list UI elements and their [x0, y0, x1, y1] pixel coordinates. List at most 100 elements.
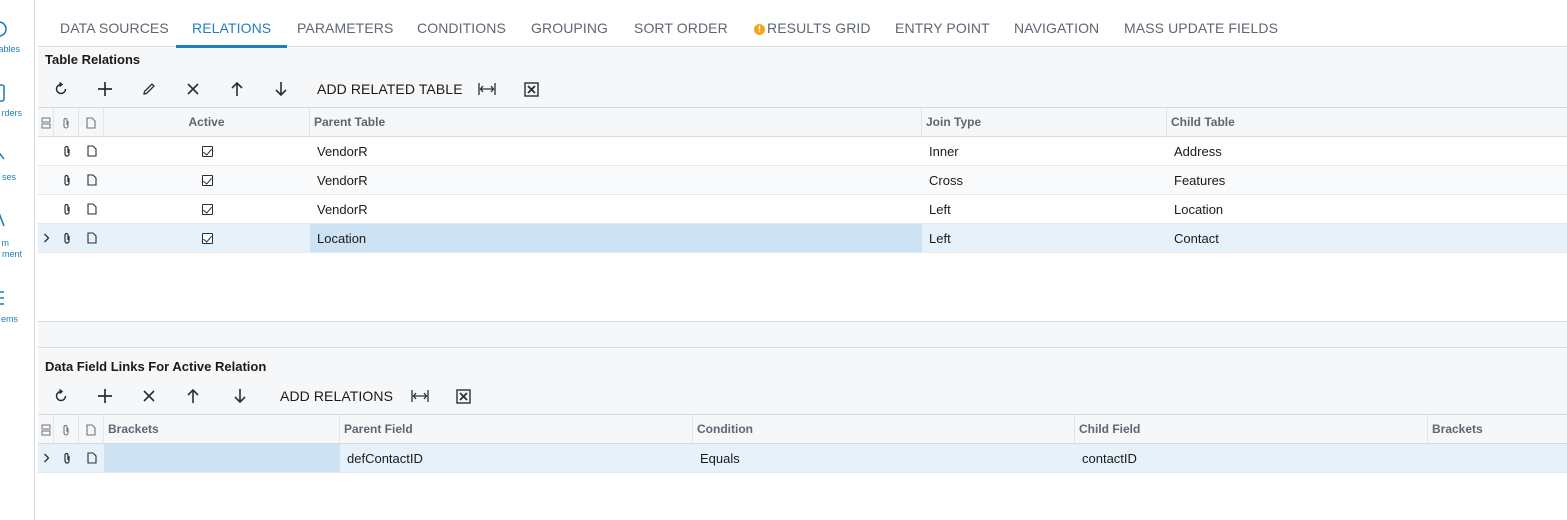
note-icon[interactable]	[79, 137, 104, 165]
plus-icon	[98, 82, 112, 96]
col-child-field[interactable]: Child Field	[1075, 415, 1428, 444]
parent-field-cell[interactable]: defContactID	[340, 444, 693, 472]
child-table-cell[interactable]: Location	[1167, 195, 1567, 223]
tab-navigation[interactable]: NAVIGATION	[1014, 0, 1099, 47]
join-type-cell[interactable]: Left	[922, 224, 1167, 252]
chart-icon	[0, 152, 5, 160]
child-field-cell[interactable]: contactID	[1075, 444, 1428, 472]
col-parent-table[interactable]: Parent Table	[310, 108, 922, 137]
nav-item-label: ables	[0, 44, 20, 54]
parent-table-cell[interactable]: Location	[310, 224, 922, 252]
refresh-icon	[55, 81, 67, 95]
nav-item-label-2: ment	[1, 249, 22, 259]
child-table-cell[interactable]: Contact	[1167, 224, 1567, 252]
col-active[interactable]: Active	[104, 108, 310, 137]
export-excel-button[interactable]	[520, 74, 542, 104]
tab-grouping[interactable]: GROUPING	[531, 0, 608, 47]
export-excel-button[interactable]	[452, 381, 474, 411]
parent-table-cell[interactable]: VendorR	[310, 195, 922, 223]
child-table-cell[interactable]: Features	[1167, 166, 1567, 194]
paperclip-icon[interactable]	[54, 444, 79, 472]
move-up-button[interactable]	[226, 74, 248, 104]
nav-item-items[interactable]: ems	[0, 287, 34, 327]
brackets-open-cell[interactable]	[104, 444, 340, 472]
arrow-up-icon	[231, 81, 243, 96]
data-field-links-section: Data Field Links For Active Relation ADD…	[38, 349, 1567, 520]
tab-results-grid[interactable]: ! RESULTS GRID	[754, 0, 871, 47]
excel-export-icon	[455, 388, 471, 404]
grid-header: Active Parent Table Join Type Child Tabl…	[38, 107, 1567, 137]
nav-item-management[interactable]: m ment	[0, 208, 34, 263]
parent-table-cell[interactable]: VendorR	[310, 137, 922, 165]
col-join-type[interactable]: Join Type	[922, 108, 1167, 137]
document-icon	[0, 84, 5, 102]
attachment-header-icon	[54, 415, 79, 444]
tab-parameters[interactable]: PARAMETERS	[297, 0, 393, 47]
delete-button[interactable]	[182, 74, 204, 104]
edit-button[interactable]	[138, 74, 160, 104]
delete-button[interactable]	[138, 381, 160, 411]
table-row-selected[interactable]: Location Left Contact	[38, 224, 1567, 253]
move-up-button[interactable]	[182, 381, 204, 411]
note-icon[interactable]	[79, 166, 104, 194]
note-icon[interactable]	[79, 444, 104, 472]
fit-columns-button[interactable]	[409, 381, 431, 411]
add-row-button[interactable]	[94, 74, 116, 104]
chevron-right-icon[interactable]	[38, 224, 54, 252]
join-type-cell[interactable]: Inner	[922, 137, 1167, 165]
person-icon	[0, 213, 5, 227]
fit-columns-button[interactable]	[476, 74, 498, 104]
active-checkbox[interactable]	[104, 166, 310, 194]
nav-item-tables[interactable]: ables	[0, 18, 34, 58]
table-row[interactable]: VendorR Left Location	[38, 195, 1567, 224]
col-child-table[interactable]: Child Table	[1167, 108, 1567, 137]
links-toolbar: ADD RELATIONS	[38, 381, 1567, 411]
fit-columns-icon	[411, 390, 429, 402]
paperclip-icon[interactable]	[54, 166, 79, 194]
tab-relations[interactable]: RELATIONS	[175, 0, 288, 48]
tab-data-sources[interactable]: DATA SOURCES	[60, 0, 169, 47]
col-parent-field[interactable]: Parent Field	[340, 415, 693, 444]
tab-conditions[interactable]: CONDITIONS	[417, 0, 506, 47]
join-type-cell[interactable]: Cross	[922, 166, 1167, 194]
move-down-button[interactable]	[229, 381, 251, 411]
refresh-button[interactable]	[50, 74, 72, 104]
nav-item-orders[interactable]: rders	[0, 82, 34, 122]
note-icon[interactable]	[79, 224, 104, 252]
active-checkbox[interactable]	[104, 195, 310, 223]
tab-mass-update-fields[interactable]: MASS UPDATE FIELDS	[1124, 0, 1278, 47]
add-related-table-button[interactable]: ADD RELATED TABLE	[317, 74, 463, 104]
table-row[interactable]: VendorR Cross Features	[38, 166, 1567, 195]
note-header-icon	[79, 415, 104, 444]
chevron-right-icon[interactable]	[38, 444, 54, 472]
paperclip-icon[interactable]	[54, 195, 79, 223]
tab-sort-order[interactable]: SORT ORDER	[634, 0, 728, 47]
move-down-button[interactable]	[270, 74, 292, 104]
note-header-icon	[79, 108, 104, 137]
child-table-cell[interactable]: Address	[1167, 137, 1567, 165]
add-row-button[interactable]	[94, 381, 116, 411]
active-checkbox[interactable]	[104, 224, 310, 252]
tab-entry-point[interactable]: ENTRY POINT	[895, 0, 990, 47]
table-row-selected[interactable]: defContactID Equals contactID	[38, 444, 1567, 473]
add-relations-button[interactable]: ADD RELATIONS	[280, 381, 393, 411]
panel-splitter[interactable]	[38, 321, 1567, 348]
col-brackets-open[interactable]: Brackets	[104, 415, 340, 444]
paperclip-icon[interactable]	[54, 137, 79, 165]
table-row[interactable]: VendorR Inner Address	[38, 137, 1567, 166]
condition-cell[interactable]: Equals	[693, 444, 1075, 472]
col-brackets-close[interactable]: Brackets	[1428, 415, 1567, 444]
active-checkbox[interactable]	[104, 137, 310, 165]
join-type-cell[interactable]: Left	[922, 195, 1167, 223]
paperclip-icon[interactable]	[54, 224, 79, 252]
nav-item-label: ems	[0, 314, 18, 324]
col-condition[interactable]: Condition	[693, 415, 1075, 444]
refresh-icon	[55, 388, 67, 402]
attachment-header-icon	[54, 108, 79, 137]
parent-table-cell[interactable]: VendorR	[310, 166, 922, 194]
nav-item-purchases[interactable]: ses	[0, 146, 34, 186]
note-icon[interactable]	[79, 195, 104, 223]
refresh-button[interactable]	[50, 381, 72, 411]
row-selector-icon	[38, 108, 54, 137]
brackets-close-cell[interactable]	[1428, 444, 1567, 472]
